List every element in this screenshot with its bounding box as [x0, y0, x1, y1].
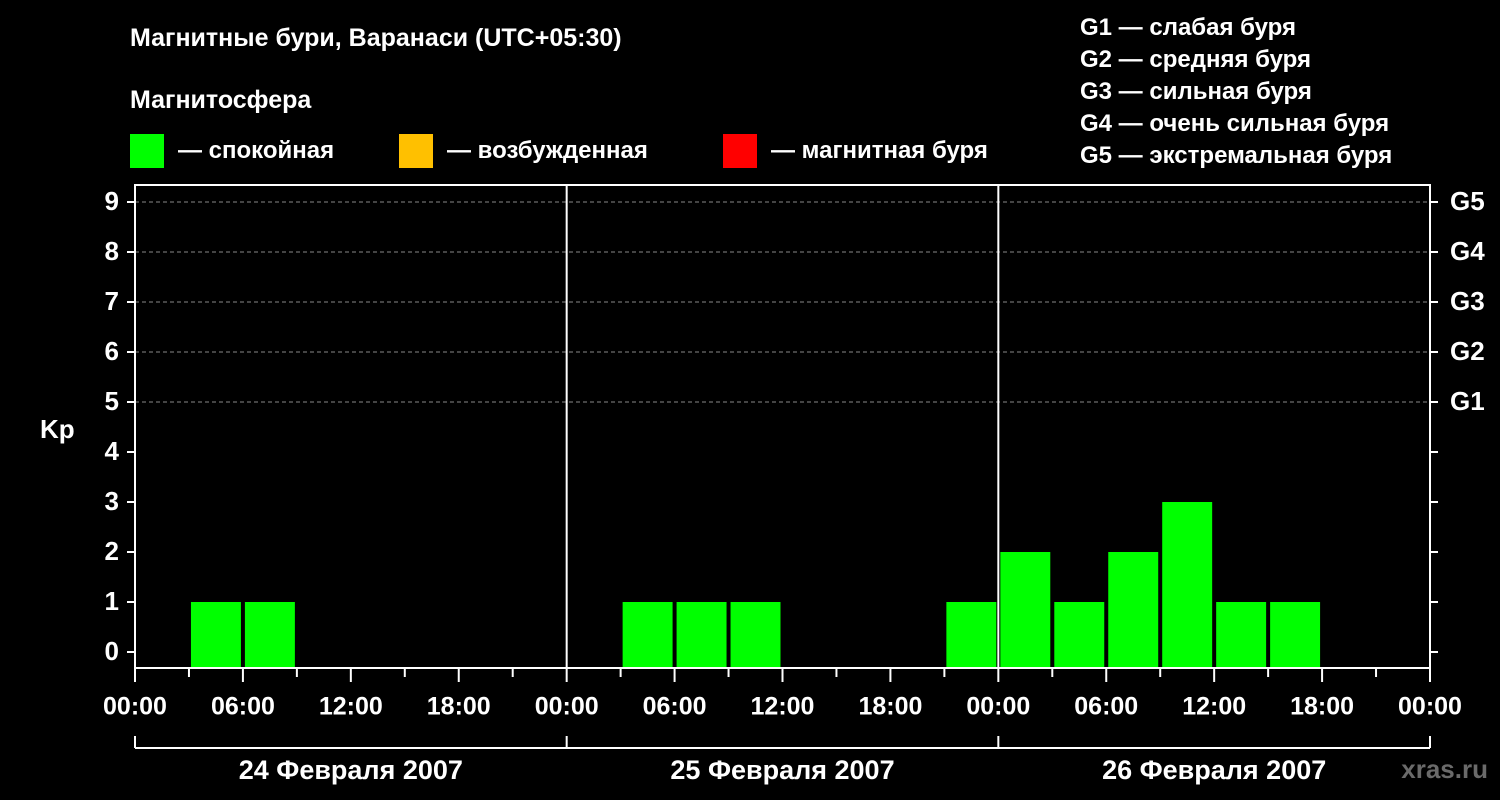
- kp-bar: [946, 602, 997, 667]
- kp-bar: [1054, 602, 1105, 667]
- x-tick-label: 00:00: [103, 693, 167, 721]
- x-tick-label: 12:00: [319, 693, 383, 721]
- y-tick-label: 3: [105, 486, 119, 516]
- day-label: 25 Февраля 2007: [670, 755, 894, 785]
- x-tick-label: 00:00: [1398, 693, 1462, 721]
- y-tick-label: 7: [105, 286, 119, 316]
- g-level-label: G5: [1450, 186, 1485, 216]
- kp-bar: [1162, 502, 1213, 667]
- y-tick-label: 4: [105, 436, 120, 466]
- kp-bar: [1216, 602, 1267, 667]
- g-level-label: G1: [1450, 386, 1485, 416]
- x-tick-label: 12:00: [1182, 693, 1246, 721]
- kp-chart: 0 1 2 3 4 5 6 7 8 9 G1 G2 G3 G4 G5 00:00 06:00 12:00 18:00…: [103, 184, 1485, 785]
- g-level-label: G4: [1450, 236, 1485, 266]
- kp-bar: [1000, 552, 1051, 667]
- kp-bar: [1270, 602, 1321, 667]
- x-tick-label: 00:00: [966, 693, 1030, 721]
- watermark: xras.ru: [1401, 754, 1488, 784]
- x-tick-label: 18:00: [427, 693, 491, 721]
- kp-bar: [1108, 552, 1159, 667]
- plot-frame: [134, 184, 1431, 669]
- g-level-label: G2: [1450, 336, 1485, 366]
- x-tick-label: 18:00: [1290, 693, 1354, 721]
- x-tick-label: 12:00: [751, 693, 815, 721]
- y-tick-label: 5: [105, 386, 119, 416]
- y-tick-label: 6: [105, 336, 119, 366]
- kp-bar: [730, 602, 781, 667]
- y-tick-label: 9: [105, 186, 119, 216]
- x-tick-label: 00:00: [535, 693, 599, 721]
- y-tick-label: 0: [105, 636, 119, 666]
- day-label: 26 Февраля 2007: [1102, 755, 1326, 785]
- x-tick-label: 06:00: [643, 693, 707, 721]
- kp-bar: [244, 602, 295, 667]
- g-level-label: G3: [1450, 286, 1485, 316]
- x-tick-label: 06:00: [211, 693, 275, 721]
- x-tick-label: 18:00: [858, 693, 922, 721]
- y-tick-label: 1: [105, 586, 119, 616]
- y-tick-label: 8: [105, 236, 119, 266]
- kp-bar: [190, 602, 241, 667]
- kp-bar: [676, 602, 727, 667]
- kp-bar: [622, 602, 673, 667]
- x-tick-label: 06:00: [1074, 693, 1138, 721]
- y-tick-label: 2: [105, 536, 119, 566]
- day-label: 24 Февраля 2007: [239, 755, 463, 785]
